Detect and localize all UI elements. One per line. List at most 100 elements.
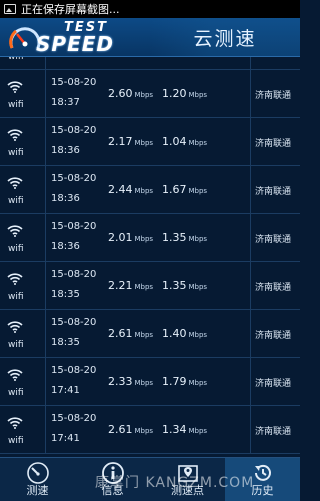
wifi-icon: [7, 414, 23, 433]
download-speed: 2.60 Mbps: [108, 87, 154, 100]
unit-label: Mbps: [134, 331, 154, 339]
network-type: wifi: [8, 436, 24, 446]
network-cell: wifi: [0, 57, 46, 69]
network-type: wifi: [8, 196, 24, 206]
wifi-icon: [7, 78, 23, 97]
network-type: wifi: [8, 292, 24, 302]
tab-info[interactable]: 信息: [75, 458, 150, 501]
download-speed: 2.21 Mbps: [108, 279, 154, 292]
unit-label: Mbps: [134, 187, 154, 195]
unit-label: Mbps: [188, 283, 208, 291]
isp-name: 济南联通: [255, 379, 292, 389]
test-time: 17:41: [51, 385, 80, 396]
column-divider: [250, 406, 251, 453]
test-time: 18:37: [51, 57, 80, 60]
gauge-icon: [26, 462, 49, 484]
network-cell: wifi: [0, 262, 46, 309]
download-speed: 2.61 Mbps: [108, 423, 154, 436]
test-time: 18:36: [51, 241, 80, 252]
network-cell: wifi: [0, 358, 46, 405]
upload-speed: 1.40 Mbps: [162, 327, 208, 340]
network-type: wifi: [8, 100, 24, 110]
isp-name: 济南联通: [255, 91, 292, 101]
history-row[interactable]: wifi 15-08-20 18:36 2.17 Mbps 1.04 Mbps 济南联通: [0, 118, 300, 166]
map-icon: [177, 465, 198, 482]
upload-speed: 1.35 Mbps: [162, 279, 208, 292]
network-cell: wifi: [0, 118, 46, 165]
history-row[interactable]: wifi 15-08-20 17:41 2.33 Mbps 1.79 Mbps 济南联通: [0, 358, 300, 406]
history-row[interactable]: wifi 15-08-20 18:36 2.01 Mbps 1.35 Mbps 济南联通: [0, 214, 300, 262]
network-cell: wifi: [0, 214, 46, 261]
network-type: wifi: [8, 148, 24, 158]
test-date: 15-08-20: [51, 413, 97, 424]
column-divider: [250, 70, 251, 117]
network-type: wifi: [8, 388, 24, 398]
test-time: 18:37: [51, 97, 80, 108]
test-time: 17:41: [51, 433, 80, 444]
unit-label: Mbps: [134, 283, 154, 291]
wifi-icon: [7, 174, 23, 193]
tab-history[interactable]: 历史: [225, 458, 300, 501]
test-date: 15-08-20: [51, 221, 97, 232]
wifi-icon: [7, 318, 23, 337]
column-divider: [250, 358, 251, 405]
unit-label: Mbps: [188, 331, 208, 339]
isp-name: 济南联通: [255, 187, 292, 197]
column-divider: [250, 57, 251, 69]
isp-name: 济南联通: [255, 139, 292, 149]
app-header: TEST SPEED 云测速: [0, 18, 300, 57]
test-time: 18:36: [51, 145, 80, 156]
unit-label: Mbps: [188, 235, 208, 243]
upload-speed: 1.35 Mbps: [162, 231, 208, 244]
unit-label: Mbps: [188, 91, 208, 99]
isp-name: 济南联通: [255, 283, 292, 293]
test-time: 18:35: [51, 289, 80, 300]
wifi-icon: [7, 126, 23, 145]
isp-name: 济南联通: [255, 235, 292, 245]
download-speed: 2.17 Mbps: [108, 135, 154, 148]
wifi-icon: [7, 222, 23, 241]
upload-speed: 1.79 Mbps: [162, 375, 208, 388]
history-row[interactable]: wifi 15-08-20 18:35 2.21 Mbps 1.35 Mbps 济南联通: [0, 262, 300, 310]
unit-label: Mbps: [134, 379, 154, 387]
bottom-tab-bar: 测速 信息 测速点 历史: [0, 457, 300, 501]
status-bar: 正在保存屏幕截图...: [0, 0, 300, 18]
history-row[interactable]: wifi 18:37: [0, 57, 300, 70]
unit-label: Mbps: [134, 427, 154, 435]
history-icon: [254, 464, 271, 481]
wifi-icon: [7, 366, 23, 385]
test-time: 18:36: [51, 193, 80, 204]
wifi-icon: [7, 270, 23, 289]
network-type: wifi: [8, 340, 24, 350]
download-speed: 2.44 Mbps: [108, 183, 154, 196]
isp-name: 济南联通: [255, 331, 292, 341]
status-text: 正在保存屏幕截图...: [21, 3, 120, 16]
test-date: 15-08-20: [51, 269, 97, 280]
upload-speed: 1.04 Mbps: [162, 135, 208, 148]
history-row[interactable]: wifi 15-08-20 17:41 2.61 Mbps 1.34 Mbps 济南联通: [0, 406, 300, 454]
test-date: 15-08-20: [51, 317, 97, 328]
upload-speed: 1.67 Mbps: [162, 183, 208, 196]
network-cell: wifi: [0, 310, 46, 357]
history-row[interactable]: wifi 15-08-20 18:37 2.60 Mbps 1.20 Mbps 济南联通: [0, 70, 300, 118]
tab-speedtest[interactable]: 测速: [0, 458, 75, 501]
unit-label: Mbps: [134, 235, 154, 243]
column-divider: [250, 214, 251, 261]
column-divider: [250, 166, 251, 213]
column-divider: [250, 262, 251, 309]
column-divider: [250, 118, 251, 165]
download-speed: 2.33 Mbps: [108, 375, 154, 388]
tab-test-points[interactable]: 测速点: [150, 458, 225, 501]
history-row[interactable]: wifi 15-08-20 18:36 2.44 Mbps 1.67 Mbps 济南联通: [0, 166, 300, 214]
test-date: 15-08-20: [51, 77, 97, 88]
page-title: 云测速: [150, 18, 300, 56]
image-icon: [4, 4, 16, 14]
download-speed: 2.01 Mbps: [108, 231, 154, 244]
history-list[interactable]: wifi 18:37 wifi 15-08-20 18:37 2.60Mbps 1.20Mb…: [0, 57, 300, 457]
network-type: wifi: [8, 244, 24, 254]
network-type: wifi: [8, 57, 24, 62]
logo-text-speed: SPEED: [36, 32, 114, 56]
unit-label: Mbps: [188, 379, 208, 387]
history-row[interactable]: wifi 15-08-20 18:35 2.61 Mbps 1.40 Mbps 济南联通: [0, 310, 300, 358]
info-icon: [101, 462, 124, 484]
